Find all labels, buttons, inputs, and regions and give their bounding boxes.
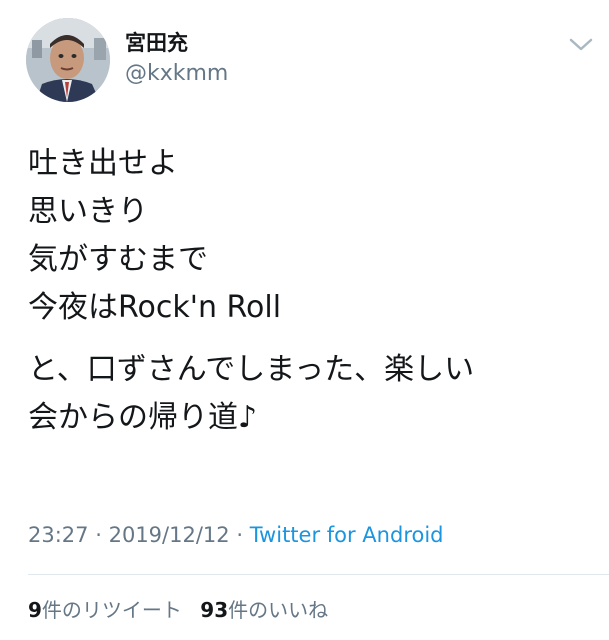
retweets-stat[interactable]: 9件のリツイート (28, 598, 182, 622)
tweet-source-link[interactable]: Twitter for Android (250, 523, 444, 547)
tweet-text-line: 今夜はRock'n Roll (28, 290, 282, 325)
tweet-text-line: 思いきり (28, 194, 148, 229)
tweet-text-line: と、口ずさんでしまった、楽しい (28, 352, 475, 387)
tweet-time[interactable]: 23:27 (28, 523, 89, 547)
tweet-detail: 宮田充 @kxkmm 吐き出せよ 思いきり 気がすむまで 今夜はRock'n R… (0, 0, 609, 640)
tweet-date[interactable]: 2019/12/12 (109, 523, 230, 547)
likes-count: 93 (200, 598, 229, 622)
tweet-text: 吐き出せよ 思いきり 気がすむまで 今夜はRock'n Roll と、口ずさんで… (28, 140, 598, 442)
tweet-meta: 23:27 · 2019/12/12 · Twitter for Android (28, 520, 444, 550)
avatar-photo (26, 18, 110, 102)
author-handle[interactable]: @kxkmm (125, 61, 228, 87)
author-display-name[interactable]: 宮田充 (125, 30, 188, 56)
divider (28, 574, 609, 575)
likes-stat[interactable]: 93件のいいね (200, 598, 328, 622)
tweet-text-line: 気がすむまで (28, 242, 208, 277)
retweets-count: 9 (28, 598, 42, 622)
avatar[interactable] (26, 18, 110, 102)
tweet-text-line: 会からの帰り道♪ (28, 400, 258, 435)
tweet-text-line: 吐き出せよ (28, 146, 178, 181)
meta-separator: · (95, 523, 102, 547)
meta-separator: · (236, 523, 244, 547)
retweets-label: 件のリツイート (41, 598, 182, 622)
tweet-stats: 9件のリツイート 93件のいいね (28, 596, 328, 624)
chevron-down-icon[interactable] (568, 34, 594, 56)
likes-label: 件のいいね (228, 598, 329, 622)
